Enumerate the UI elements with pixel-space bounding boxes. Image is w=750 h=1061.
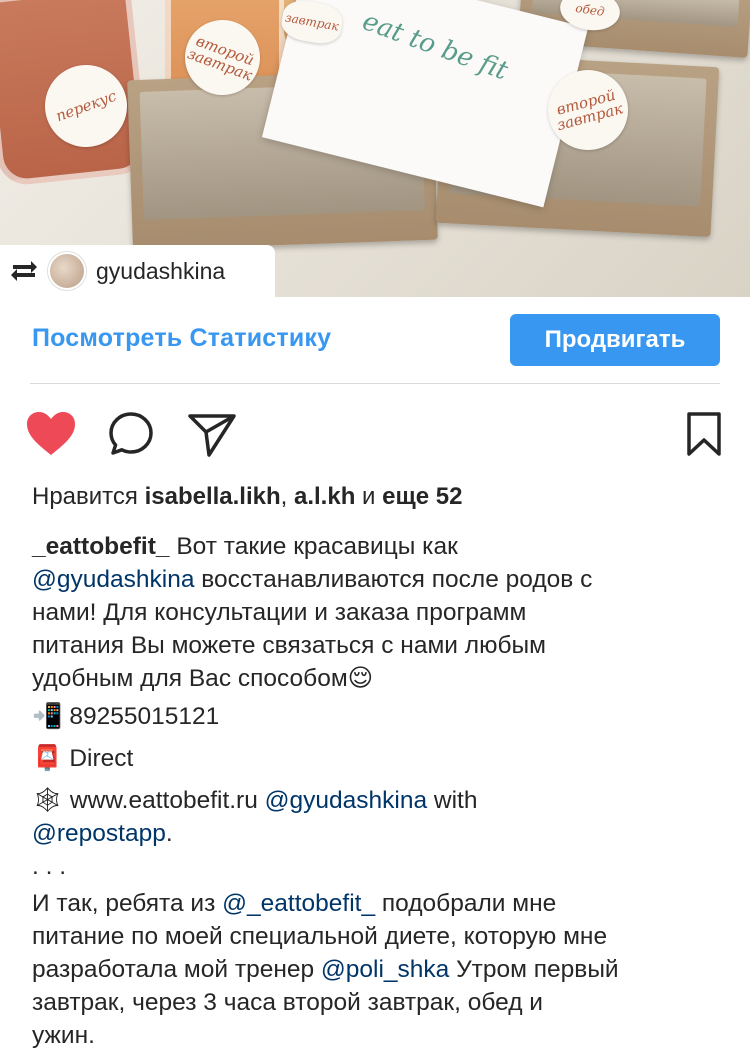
post-actions: [0, 400, 750, 470]
insights-row: Посмотреть Статистику Продвигать: [0, 297, 750, 385]
comment-icon[interactable]: [105, 408, 157, 460]
liker-username[interactable]: isabella.likh: [145, 483, 281, 510]
repost-tag[interactable]: gyudashkina: [0, 245, 275, 297]
caption-line: удобным для Вас способом😌: [32, 665, 374, 692]
likes-middle: и: [355, 483, 383, 510]
mention-link[interactable]: @gyudashkina: [32, 566, 194, 593]
caption-line: разработала мой тренер @poli_shka Утром …: [32, 953, 732, 986]
caption-line: 🕸 www.eattobefit.ru @gyudashkina with: [32, 783, 732, 817]
caption-line: питание по моей специальной диете, котор…: [32, 923, 608, 950]
likes-separator: ,: [280, 483, 294, 510]
likes-prefix: Нравится: [32, 483, 145, 510]
view-insights-link[interactable]: Посмотреть Статистику: [32, 324, 331, 353]
spider-web-icon: 🕸: [32, 785, 64, 814]
phone-number: 89255015121: [62, 703, 220, 730]
caption-line: @repostapp.: [32, 817, 732, 850]
repost-username[interactable]: gyudashkina: [96, 258, 225, 285]
caption-text: .: [165, 820, 173, 847]
caption-line: питания Вы можете связаться с нами любым: [32, 632, 546, 659]
website-text: www.eattobefit.ru: [63, 787, 265, 814]
share-icon[interactable]: [186, 408, 238, 460]
mobile-phone-icon: 📲: [32, 701, 63, 730]
postbox-icon: 📮: [32, 743, 63, 772]
caption-line: 📮 Direct: [32, 741, 732, 775]
caption-line: _eattobefit_ Вот такие красавицы как: [32, 530, 732, 563]
caption-text: Вот такие красавицы как: [169, 533, 458, 560]
caption-line: И так, ребята из @_eattobefit_ подобрали…: [32, 887, 732, 920]
mention-link[interactable]: @repostapp: [32, 820, 166, 847]
post-caption: _eattobefit_ Вот такие красавицы как @gy…: [32, 530, 732, 1052]
caption-line: завтрак, через 3 часа второй завтрак, об…: [32, 989, 543, 1016]
caption-line: нами! Для консультации и заказа программ: [32, 599, 527, 626]
promote-button[interactable]: Продвигать: [510, 314, 720, 366]
bookmark-icon[interactable]: [678, 408, 730, 460]
likes-more-link[interactable]: еще 52: [382, 483, 462, 510]
mention-link[interactable]: @gyudashkina: [265, 787, 427, 814]
heart-icon[interactable]: [25, 408, 77, 460]
caption-text: разработала мой тренер: [32, 956, 321, 983]
repost-icon: [8, 259, 40, 283]
caption-author[interactable]: _eattobefit_: [32, 533, 170, 560]
caption-text: И так, ребята из: [32, 890, 223, 917]
caption-line: ужин.: [32, 1022, 95, 1049]
caption-dots: . . .: [32, 853, 67, 880]
divider: [30, 383, 720, 384]
mention-link[interactable]: @poli_shka: [321, 956, 449, 983]
caption-text: подобрали мне: [375, 890, 557, 917]
direct-text: Direct: [62, 745, 134, 772]
caption-line: 📲 89255015121: [32, 699, 732, 733]
liker-username[interactable]: a.l.kh: [294, 483, 355, 510]
caption-line: @gyudashkina восстанавливаются после род…: [32, 563, 732, 596]
brand-card-text: eat to be fit: [358, 6, 512, 87]
post-photo[interactable]: eat to be fit перекус второй завтрак зав…: [0, 0, 750, 297]
caption-text: with: [427, 787, 478, 814]
likes-line: Нравится isabella.likh, a.l.kh и еще 52: [32, 483, 462, 511]
caption-text: восстанавливаются после родов с: [194, 566, 593, 593]
caption-text: Утром первый: [449, 956, 619, 983]
avatar[interactable]: [48, 252, 86, 290]
mention-link[interactable]: @_eattobefit_: [222, 890, 375, 917]
